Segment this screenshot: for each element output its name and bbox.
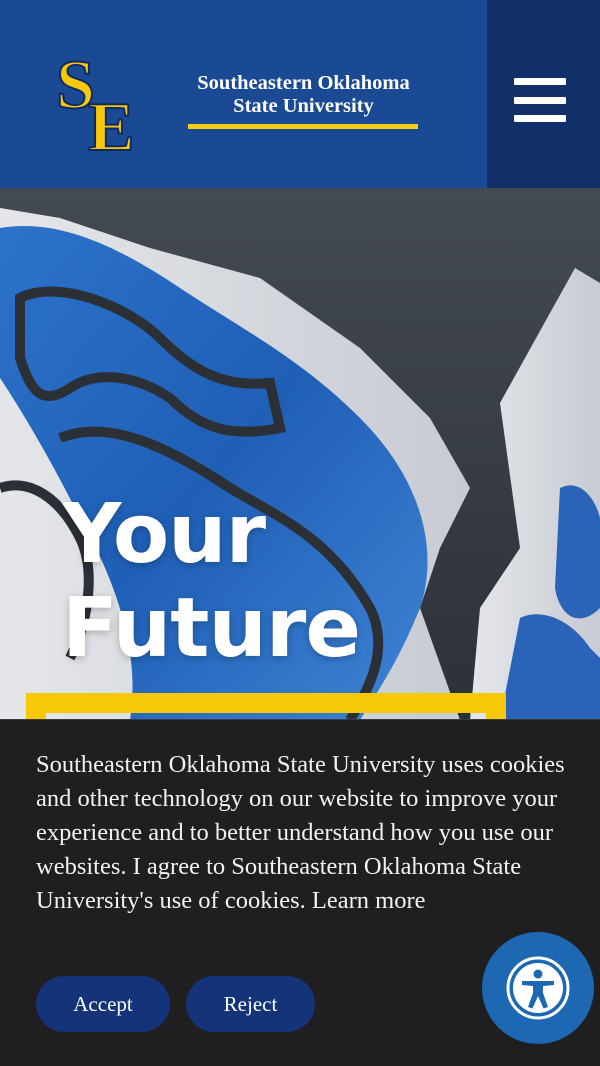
accessibility-button[interactable] [482,932,594,1044]
menu-bar-top [514,78,566,85]
hero-title-line2: Future [62,581,361,676]
hero-section: Your Future [0,188,600,720]
hero-title: Your Future [62,487,361,676]
university-logo[interactable]: S E Southeastern Oklahoma State Universi… [54,50,424,155]
hero-gold-frame [26,693,506,720]
hero-title-line1: Your [62,487,266,582]
svg-text:E: E [88,89,135,155]
accessibility-person-icon [506,956,570,1020]
accept-cookies-button[interactable]: Accept [36,976,170,1032]
se-monogram-logo: S E [55,50,136,155]
hamburger-menu-icon[interactable] [514,78,566,122]
menu-bar-bottom [514,115,566,122]
menu-bar-middle [514,96,566,104]
cookie-message: Southeastern Oklahoma State University u… [36,748,581,918]
university-name-line1: Southeastern Oklahoma [197,72,410,94]
cookie-message-text: Southeastern Oklahoma State University u… [36,751,565,914]
logo-gold-underline [188,124,418,129]
university-name: Southeastern Oklahoma State University [186,72,421,118]
site-header: S E Southeastern Oklahoma State Universi… [0,0,487,210]
university-name-line2: State University [233,95,374,117]
reject-cookies-button[interactable]: Reject [186,976,315,1032]
learn-more-link[interactable]: Learn more [312,887,426,914]
